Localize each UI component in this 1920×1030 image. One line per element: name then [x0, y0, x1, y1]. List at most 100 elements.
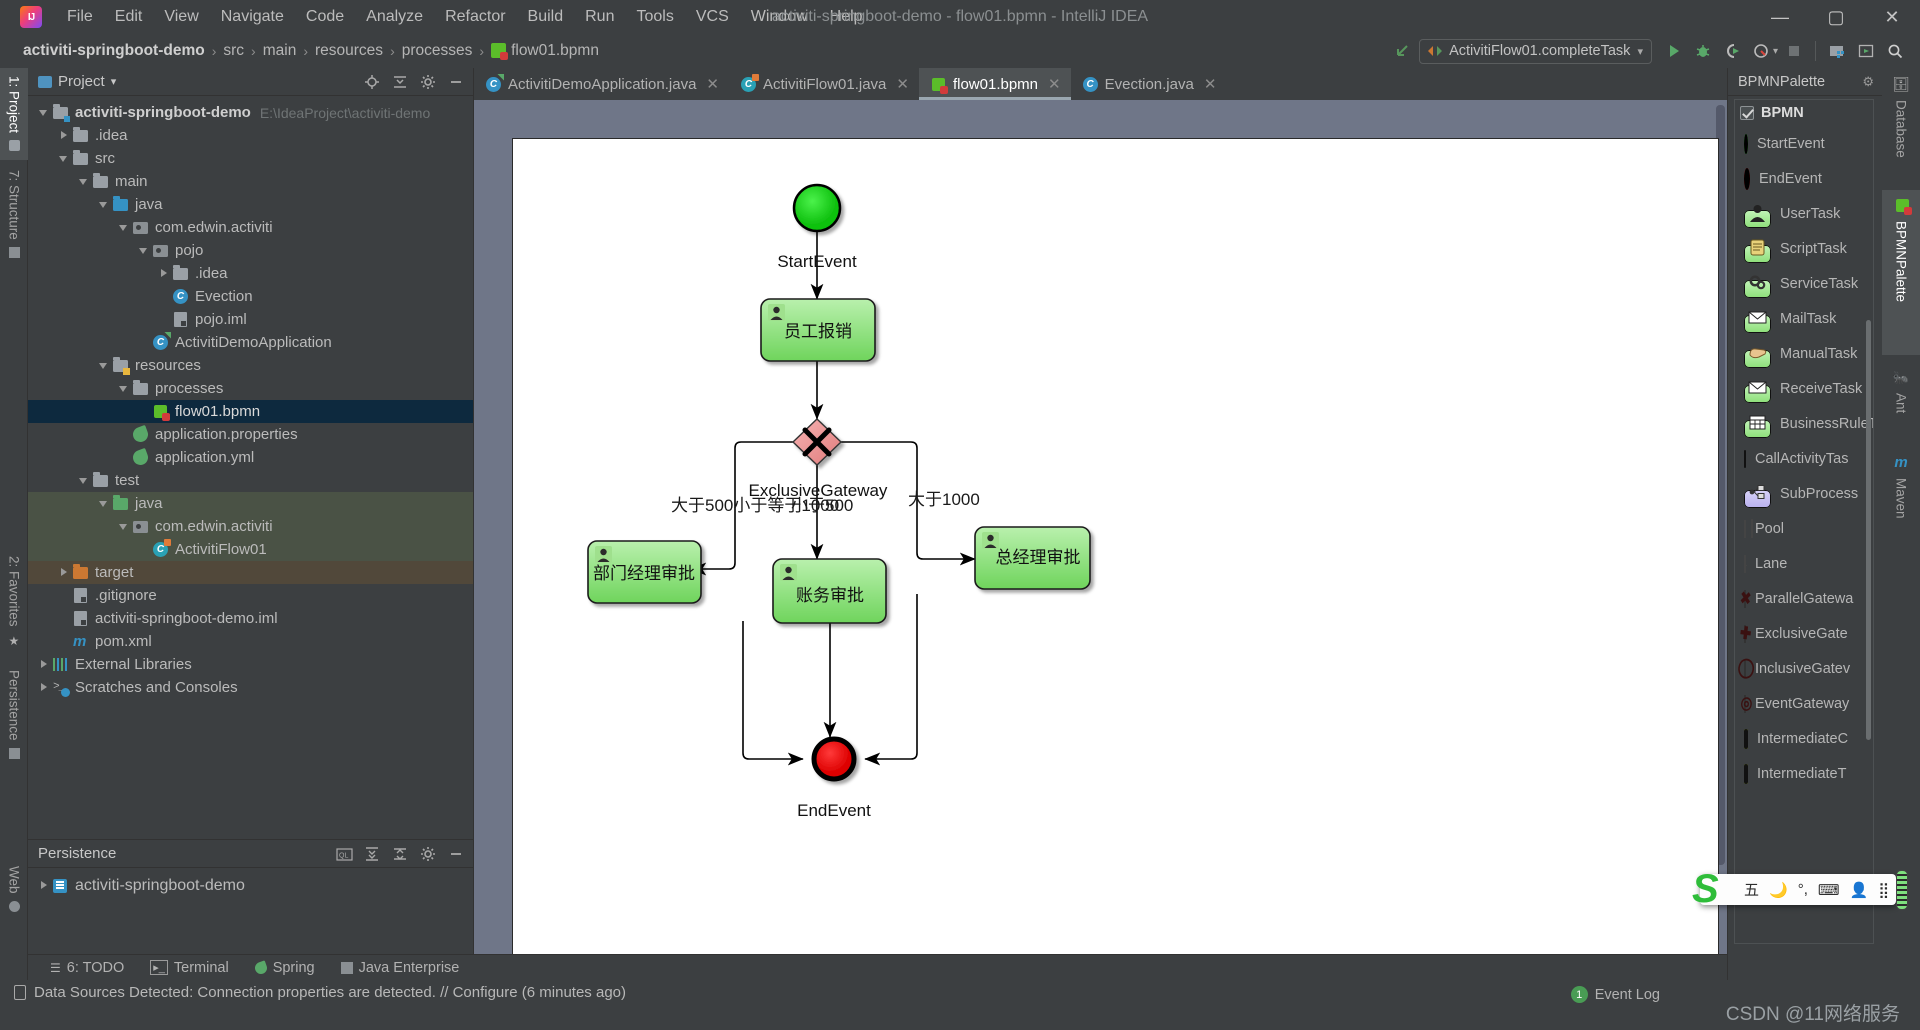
twisty-right-icon[interactable] [58, 566, 71, 579]
ql-console-icon[interactable]: QL [335, 845, 353, 863]
expand-all-icon[interactable] [363, 845, 381, 863]
sidebar-tab-persistence[interactable]: Persistence [0, 662, 28, 778]
node-end-event[interactable]: EndEvent [797, 736, 871, 820]
settings-icon[interactable] [419, 845, 437, 863]
palette-group-bpmn[interactable]: BPMN [1735, 100, 1873, 126]
tree-node-test[interactable]: test [28, 469, 473, 492]
breadcrumb-item-0[interactable]: activiti-springboot-demo [20, 40, 208, 62]
twisty-down-icon[interactable] [38, 106, 51, 119]
preview-button[interactable] [1853, 38, 1879, 64]
close-icon[interactable]: ✕ [1048, 75, 1061, 93]
tree-node--idea[interactable]: .idea [28, 262, 473, 285]
tree-node-activiti-springboot-demo-iml[interactable]: activiti-springboot-demo.iml [28, 607, 473, 630]
menu-item-window[interactable]: Window [740, 4, 819, 30]
editor-tab-flow01-bpmn[interactable]: flow01.bpmn ✕ [918, 68, 1071, 100]
twisty-down-icon[interactable] [78, 175, 91, 188]
breadcrumb-item-2[interactable]: main [260, 40, 300, 62]
twisty-right-icon[interactable] [58, 129, 71, 142]
profile-dropdown-caret[interactable]: ▾ [1773, 46, 1778, 57]
debug-button[interactable] [1690, 38, 1716, 64]
sogou-ime-toolbar[interactable]: S 五 🌙 °, ⌨ 👤 ⣿ [1692, 868, 1908, 910]
tree-node-external-libraries[interactable]: External Libraries [28, 653, 473, 676]
twisty-down-icon[interactable] [98, 359, 111, 372]
ime-mode-icon[interactable]: 五 [1744, 879, 1759, 900]
menu-item-code[interactable]: Code [295, 4, 355, 30]
node-exclusive-gateway[interactable]: ExclusiveGateway [749, 418, 888, 500]
breadcrumb-item-3[interactable]: resources [312, 40, 386, 62]
tree-node-pojo-iml[interactable]: pojo.iml [28, 308, 473, 331]
palette-item-parallelgatewa[interactable]: ✚ ParallelGatewa [1735, 581, 1873, 616]
tree-node-scratches-and-consoles[interactable]: >_ Scratches and Consoles [28, 676, 473, 699]
sidebar-tab-maven[interactable]: m Maven [1882, 446, 1920, 541]
palette-item-lane[interactable]: Lane [1735, 546, 1873, 581]
palette-item-servicetask[interactable]: ServiceTask [1735, 266, 1873, 301]
sidebar-tab-web[interactable]: Web [0, 858, 28, 920]
project-panel-title[interactable]: Project ▾ [38, 73, 116, 90]
ime-slider-icon[interactable] [1896, 870, 1908, 910]
chevron-down-icon[interactable]: ▾ [1637, 45, 1643, 58]
palette-settings-icon[interactable]: ⚙ [1862, 74, 1874, 90]
profile-button[interactable] [1748, 38, 1774, 64]
ime-user-icon[interactable]: 👤 [1850, 881, 1869, 899]
twisty-down-icon[interactable] [98, 198, 111, 211]
sidebar-tab-project[interactable]: 1: Project [0, 68, 28, 160]
menu-item-help[interactable]: Help [819, 4, 874, 30]
twisty-right-icon[interactable] [38, 681, 51, 694]
bpmn-diagram-canvas[interactable]: StartEvent 员工报销 ExclusiveGateway 部门经理审批 … [512, 138, 1719, 965]
persistence-item[interactable]: activiti-springboot-demo [28, 874, 473, 897]
sidebar-tab-ant[interactable]: 🐜 Ant [1882, 362, 1920, 442]
checkbox-icon[interactable] [1740, 106, 1754, 120]
node-task-employee[interactable]: 员工报销 [760, 298, 876, 362]
palette-item-receivetask[interactable]: ReceiveTask [1735, 371, 1873, 406]
menu-item-analyze[interactable]: Analyze [355, 4, 434, 30]
settings-icon[interactable] [419, 73, 437, 91]
tree-node-pom-xml[interactable]: m pom.xml [28, 630, 473, 653]
sidebar-tab-structure[interactable]: 7: Structure [0, 162, 28, 274]
minimize-button[interactable]: — [1752, 0, 1808, 34]
palette-item-manualtask[interactable]: ManualTask [1735, 336, 1873, 371]
palette-item-scripttask[interactable]: ScriptTask [1735, 231, 1873, 266]
collapse-all-icon[interactable] [391, 73, 409, 91]
tree-node-application-yml[interactable]: application.yml [28, 446, 473, 469]
palette-item-eventgateway[interactable]: ◎ EventGateway [1735, 686, 1873, 721]
twisty-down-icon[interactable] [58, 152, 71, 165]
event-log-indicator[interactable]: 1 Event Log [1570, 986, 1660, 1003]
palette-item-startevent[interactable]: StartEvent [1735, 126, 1873, 161]
menu-item-file[interactable]: File [56, 4, 104, 30]
back-navigation-icon[interactable] [1390, 38, 1416, 64]
locate-icon[interactable] [363, 73, 381, 91]
ime-punctuation-icon[interactable]: °, [1798, 881, 1808, 898]
hide-icon[interactable] [447, 845, 465, 863]
twisty-down-icon[interactable] [118, 221, 131, 234]
project-tree[interactable]: activiti-springboot-demo E:\IdeaProject\a… [28, 96, 473, 699]
collapse-all-icon[interactable] [391, 845, 409, 863]
palette-item-exclusivegate[interactable]: ✖ ExclusiveGate [1735, 616, 1873, 651]
status-message[interactable]: Data Sources Detected: Connection proper… [34, 984, 626, 1001]
node-task-general[interactable]: 总经理审批 [974, 526, 1091, 590]
palette-item-inclusivegatev[interactable]: ◯ InclusiveGatev [1735, 651, 1873, 686]
tool-tab-spring[interactable]: Spring [252, 960, 315, 976]
tree-node-pojo[interactable]: pojo [28, 239, 473, 262]
tree-node-java[interactable]: java [28, 492, 473, 515]
tree-node--gitignore[interactable]: .gitignore [28, 584, 473, 607]
node-start-event[interactable]: StartEvent [777, 183, 857, 271]
search-everywhere-button[interactable] [1882, 38, 1908, 64]
palette-item-pool[interactable]: Pool [1735, 511, 1873, 546]
twisty-down-icon[interactable] [118, 520, 131, 533]
tree-node-evection[interactable]: C Evection [28, 285, 473, 308]
tree-node-target[interactable]: target [28, 561, 473, 584]
palette-item-usertask[interactable]: UserTask [1735, 196, 1873, 231]
node-task-finance[interactable]: 账务审批 [772, 558, 887, 624]
ime-menu-icon[interactable]: ⣿ [1878, 881, 1889, 899]
bpmn-diagram-svg[interactable]: StartEvent 员工报销 ExclusiveGateway 部门经理审批 … [513, 139, 1720, 966]
flow-dept-to-end[interactable] [742, 621, 804, 766]
tree-node-java[interactable]: java [28, 193, 473, 216]
sidebar-tab-favorites[interactable]: 2: Favorites ★ [0, 548, 28, 656]
menu-item-edit[interactable]: Edit [104, 4, 154, 30]
palette-item-endevent[interactable]: EndEvent [1735, 161, 1873, 196]
breadcrumb-item-4[interactable]: processes [399, 40, 476, 62]
close-icon[interactable]: ✕ [896, 75, 909, 93]
tree-node-com-edwin-activiti[interactable]: com.edwin.activiti [28, 216, 473, 239]
tool-tab-todo[interactable]: ☰ 6: TODO [50, 960, 124, 976]
tool-tab-terminal[interactable]: ▸_ Terminal [150, 960, 229, 976]
